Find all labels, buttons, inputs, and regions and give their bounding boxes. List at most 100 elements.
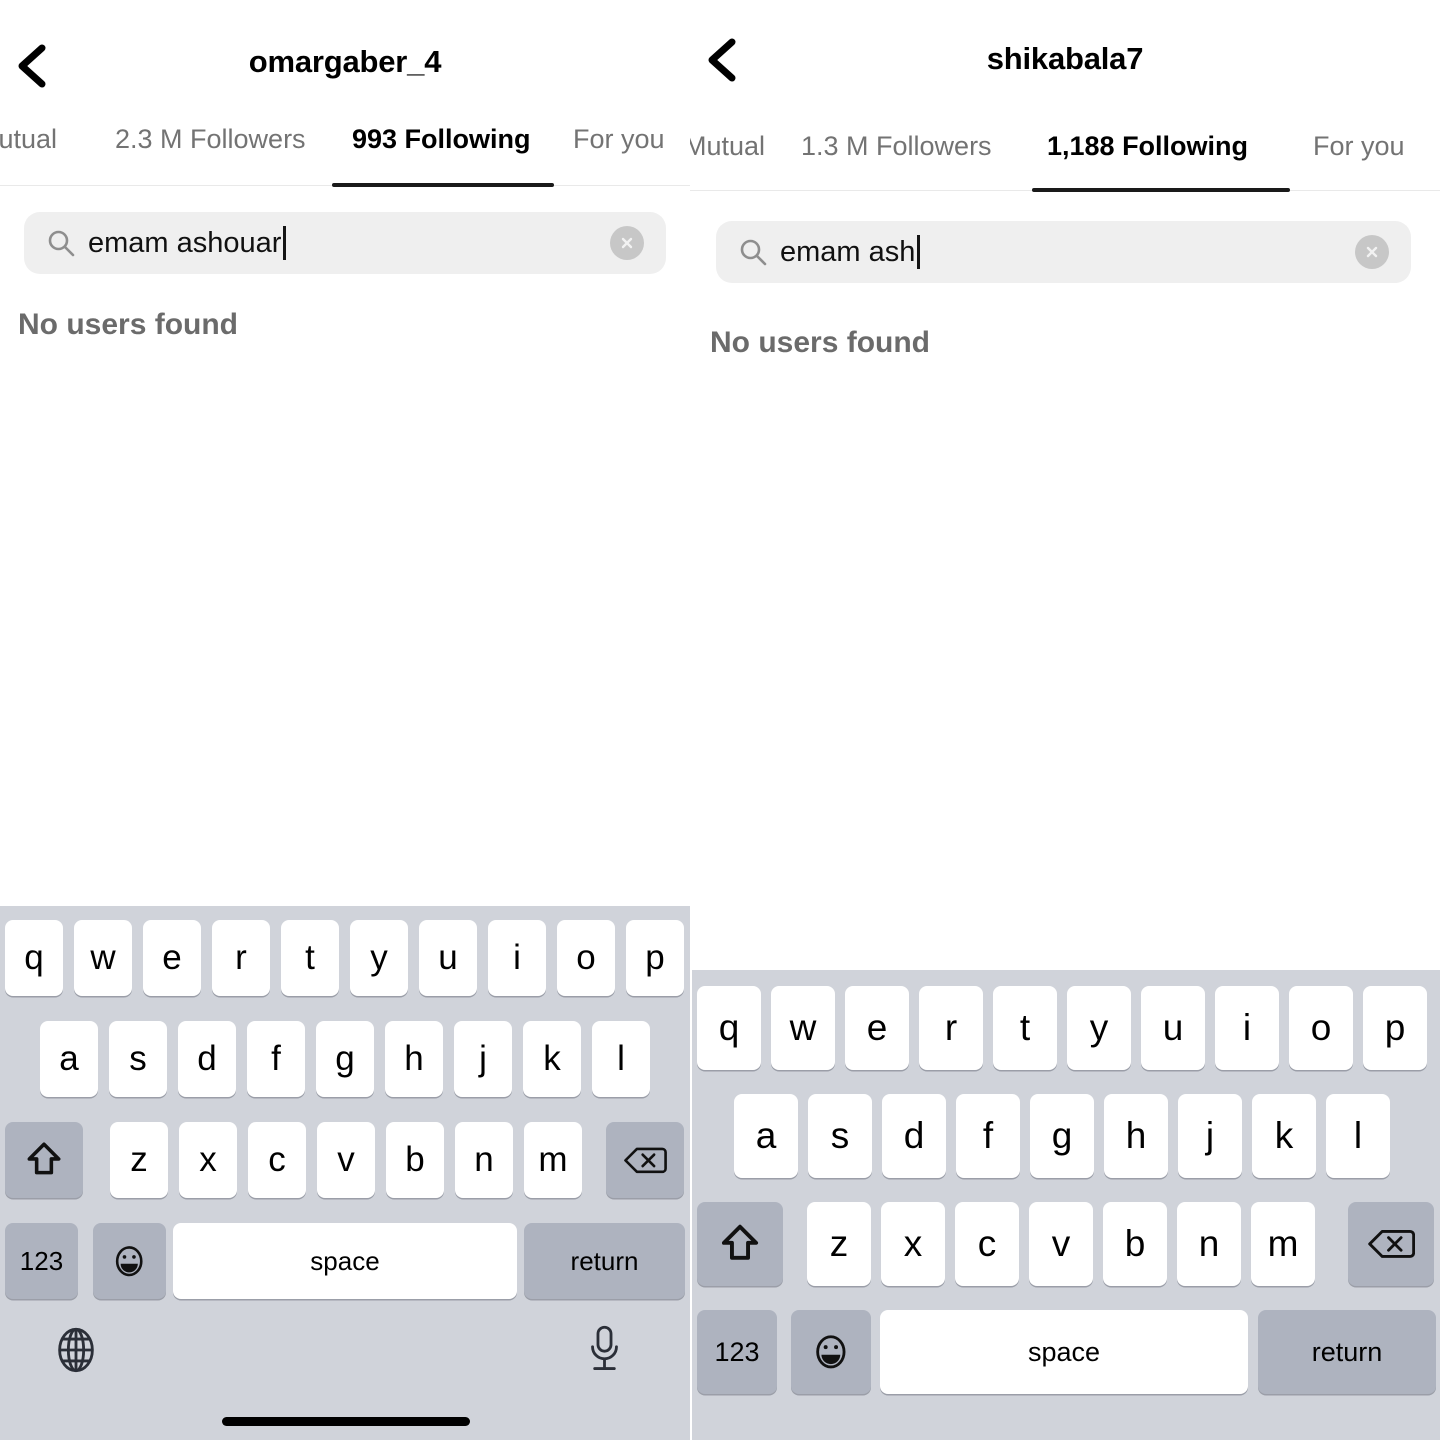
key-h[interactable]: h (1104, 1094, 1168, 1178)
key-backspace[interactable] (1348, 1202, 1434, 1286)
key-f-label: f (271, 1039, 281, 1078)
key-t-label: t (305, 938, 315, 977)
key-a[interactable]: a (40, 1021, 98, 1097)
key-x-label: x (903, 1223, 923, 1264)
key-i-label: i (1242, 1007, 1252, 1048)
key-p[interactable]: p (626, 920, 684, 996)
key-k-label: k (543, 1039, 561, 1078)
key-s[interactable]: s (808, 1094, 872, 1178)
key-r[interactable]: r (212, 920, 270, 996)
key-v[interactable]: v (1029, 1202, 1093, 1286)
key-q[interactable]: q (697, 986, 761, 1070)
key-g[interactable]: g (316, 1021, 374, 1097)
key-shift[interactable] (5, 1122, 83, 1198)
key-c[interactable]: c (248, 1122, 306, 1198)
key-b[interactable]: b (1103, 1202, 1167, 1286)
key-b[interactable]: b (386, 1122, 444, 1198)
key-j[interactable]: j (454, 1021, 512, 1097)
navbar-right: shikabala7 (690, 0, 1440, 118)
microphone-key[interactable] (588, 1324, 621, 1379)
search-input-value-wrap: emam ash (780, 235, 921, 269)
key-f[interactable]: f (247, 1021, 305, 1097)
globe-key[interactable] (52, 1326, 100, 1379)
key-j[interactable]: j (1178, 1094, 1242, 1178)
key-return[interactable]: return (524, 1223, 685, 1299)
key-x[interactable]: x (179, 1122, 237, 1198)
tab-followers[interactable]: 1.3 M Followers (801, 120, 992, 172)
key-space[interactable]: space (880, 1310, 1248, 1394)
key-q-label: q (718, 1007, 740, 1048)
key-l[interactable]: l (592, 1021, 650, 1097)
key-r-label: r (235, 938, 247, 977)
key-m[interactable]: m (1251, 1202, 1315, 1286)
key-x[interactable]: x (881, 1202, 945, 1286)
search-input[interactable]: emam ashouar (24, 212, 666, 274)
empty-state-message: No users found (18, 308, 239, 341)
key-e-label: e (866, 1007, 888, 1048)
key-u[interactable]: u (1141, 986, 1205, 1070)
key-s[interactable]: s (109, 1021, 167, 1097)
key-f[interactable]: f (956, 1094, 1020, 1178)
tab-for-you[interactable]: For you (573, 113, 665, 165)
key-numbers[interactable]: 123 (5, 1223, 78, 1299)
key-return[interactable]: return (1258, 1310, 1436, 1394)
key-emoji[interactable] (791, 1310, 871, 1394)
search-input[interactable]: emam ash (716, 221, 1411, 283)
tab-following[interactable]: 1,188 Following (1047, 120, 1248, 172)
key-w[interactable]: w (771, 986, 835, 1070)
key-t[interactable]: t (281, 920, 339, 996)
key-z-label: z (130, 1140, 148, 1179)
key-n[interactable]: n (455, 1122, 513, 1198)
key-c[interactable]: c (955, 1202, 1019, 1286)
key-w-label: w (789, 1007, 817, 1048)
key-d[interactable]: d (178, 1021, 236, 1097)
key-z[interactable]: z (110, 1122, 168, 1198)
key-g[interactable]: g (1030, 1094, 1094, 1178)
key-a-label: a (59, 1039, 79, 1078)
key-a-label: a (755, 1115, 777, 1156)
key-f-label: f (982, 1115, 994, 1156)
key-m[interactable]: m (524, 1122, 582, 1198)
tab-following[interactable]: 993 Following (352, 113, 531, 165)
tab-for-you[interactable]: For you (1313, 120, 1405, 172)
key-i-label: i (513, 938, 521, 977)
key-h[interactable]: h (385, 1021, 443, 1097)
tab-mutual[interactable]: Mutual (0, 113, 57, 165)
navbar-left: omargaber_4 (0, 0, 690, 118)
key-a[interactable]: a (734, 1094, 798, 1178)
key-k[interactable]: k (1252, 1094, 1316, 1178)
key-j-label: j (479, 1039, 487, 1078)
key-v[interactable]: v (317, 1122, 375, 1198)
key-k[interactable]: k (523, 1021, 581, 1097)
key-backspace[interactable] (606, 1122, 684, 1198)
key-t[interactable]: t (993, 986, 1057, 1070)
key-d[interactable]: d (882, 1094, 946, 1178)
key-i[interactable]: i (1215, 986, 1279, 1070)
key-n[interactable]: n (1177, 1202, 1241, 1286)
key-numbers[interactable]: 123 (697, 1310, 777, 1394)
key-e[interactable]: e (845, 986, 909, 1070)
key-return-label: return (570, 1245, 639, 1276)
key-y[interactable]: y (1067, 986, 1131, 1070)
key-w[interactable]: w (74, 920, 132, 996)
key-shift[interactable] (697, 1202, 783, 1286)
key-i[interactable]: i (488, 920, 546, 996)
key-y[interactable]: y (350, 920, 408, 996)
key-z[interactable]: z (807, 1202, 871, 1286)
key-r[interactable]: r (919, 986, 983, 1070)
clear-search-button[interactable] (610, 226, 644, 260)
key-e[interactable]: e (143, 920, 201, 996)
key-l[interactable]: l (1326, 1094, 1390, 1178)
key-space[interactable]: space (173, 1223, 517, 1299)
tab-followers[interactable]: 2.3 M Followers (115, 113, 306, 165)
clear-search-button[interactable] (1355, 235, 1389, 269)
key-o[interactable]: o (1289, 986, 1353, 1070)
key-emoji[interactable] (93, 1223, 166, 1299)
key-p[interactable]: p (1363, 986, 1427, 1070)
key-u[interactable]: u (419, 920, 477, 996)
key-o[interactable]: o (557, 920, 615, 996)
tab-active-underline (332, 183, 554, 187)
tab-mutual[interactable]: Mutual (690, 120, 765, 172)
tab-active-underline (1032, 188, 1290, 192)
key-q[interactable]: q (5, 920, 63, 996)
